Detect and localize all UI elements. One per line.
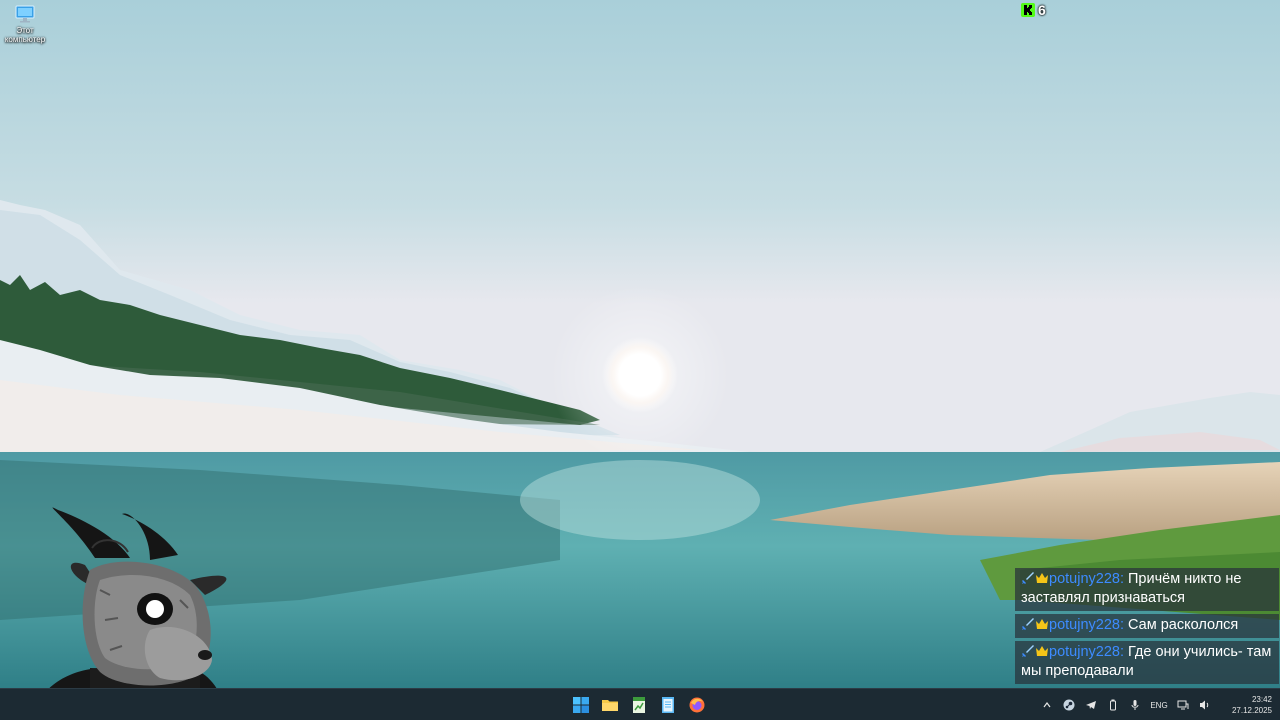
notepad-icon xyxy=(662,697,674,713)
chat-username: potujny228: xyxy=(1049,571,1124,587)
system-tray: ENG 23:42 27.12.2025 xyxy=(1036,689,1272,721)
microphone-tray-button[interactable] xyxy=(1124,689,1146,721)
streamer-avatar xyxy=(30,507,228,720)
notepad-button[interactable] xyxy=(656,693,680,717)
taskbar-apps xyxy=(569,693,709,717)
start-button[interactable] xyxy=(569,693,593,717)
taskbar: ENG 23:42 27.12.2025 xyxy=(0,688,1280,720)
microphone-icon xyxy=(1131,700,1139,710)
kick-logo-icon xyxy=(1021,3,1035,17)
sword-icon xyxy=(1022,645,1034,657)
language-indicator[interactable]: ENG xyxy=(1146,689,1172,721)
speaker-icon xyxy=(1200,700,1209,710)
spreadsheet-icon xyxy=(633,697,645,713)
network-icon xyxy=(1177,700,1189,710)
desktop-icon-label: Этот компьютер xyxy=(4,26,46,44)
start-icon xyxy=(573,697,589,713)
crown-icon xyxy=(1036,573,1048,583)
file-explorer-button[interactable] xyxy=(598,693,622,717)
chat-message: potujny228: Где они учились- там мы преп… xyxy=(1015,641,1279,684)
sword-icon xyxy=(1022,618,1034,630)
show-hidden-icons-button[interactable] xyxy=(1036,689,1058,721)
crown-icon xyxy=(1036,619,1048,629)
firefox-button[interactable] xyxy=(685,693,709,717)
network-tray-button[interactable] xyxy=(1172,689,1194,721)
steam-tray-button[interactable] xyxy=(1058,689,1080,721)
steam-icon xyxy=(1063,699,1075,711)
volume-tray-button[interactable] xyxy=(1194,689,1216,721)
sword-icon xyxy=(1022,572,1034,584)
chat-message: potujny228: Сам раскололся xyxy=(1015,614,1279,638)
telegram-tray-button[interactable] xyxy=(1080,689,1102,721)
spreadsheet-button[interactable] xyxy=(627,693,651,717)
desktop-icon-this-pc[interactable]: Этот компьютер xyxy=(2,5,48,44)
chat-message: potujny228: Причём никто не заставлял пр… xyxy=(1015,568,1279,611)
kick-viewer-widget: 6 xyxy=(1021,2,1046,18)
clock-time: 23:42 xyxy=(1251,695,1272,704)
chat-text: Сам раскололся xyxy=(1123,617,1239,633)
chat-username: potujny228: xyxy=(1049,617,1124,633)
chat-username: potujny228: xyxy=(1049,644,1124,660)
usb-device-tray-button[interactable] xyxy=(1102,689,1124,721)
viewer-count: 6 xyxy=(1038,2,1046,18)
clock-date: 27.12.2025 xyxy=(1231,706,1272,715)
file-explorer-icon xyxy=(602,700,618,711)
telegram-icon xyxy=(1086,701,1096,709)
stream-chat-overlay: potujny228: Причём никто не заставлял пр… xyxy=(1015,568,1279,684)
usb-drive-icon xyxy=(1110,699,1116,711)
clock-button[interactable]: 23:42 27.12.2025 xyxy=(1220,689,1272,721)
crown-icon xyxy=(1036,646,1048,656)
this-pc-icon xyxy=(15,5,35,23)
firefox-icon xyxy=(689,697,705,713)
chevron-up-icon xyxy=(1043,702,1051,708)
